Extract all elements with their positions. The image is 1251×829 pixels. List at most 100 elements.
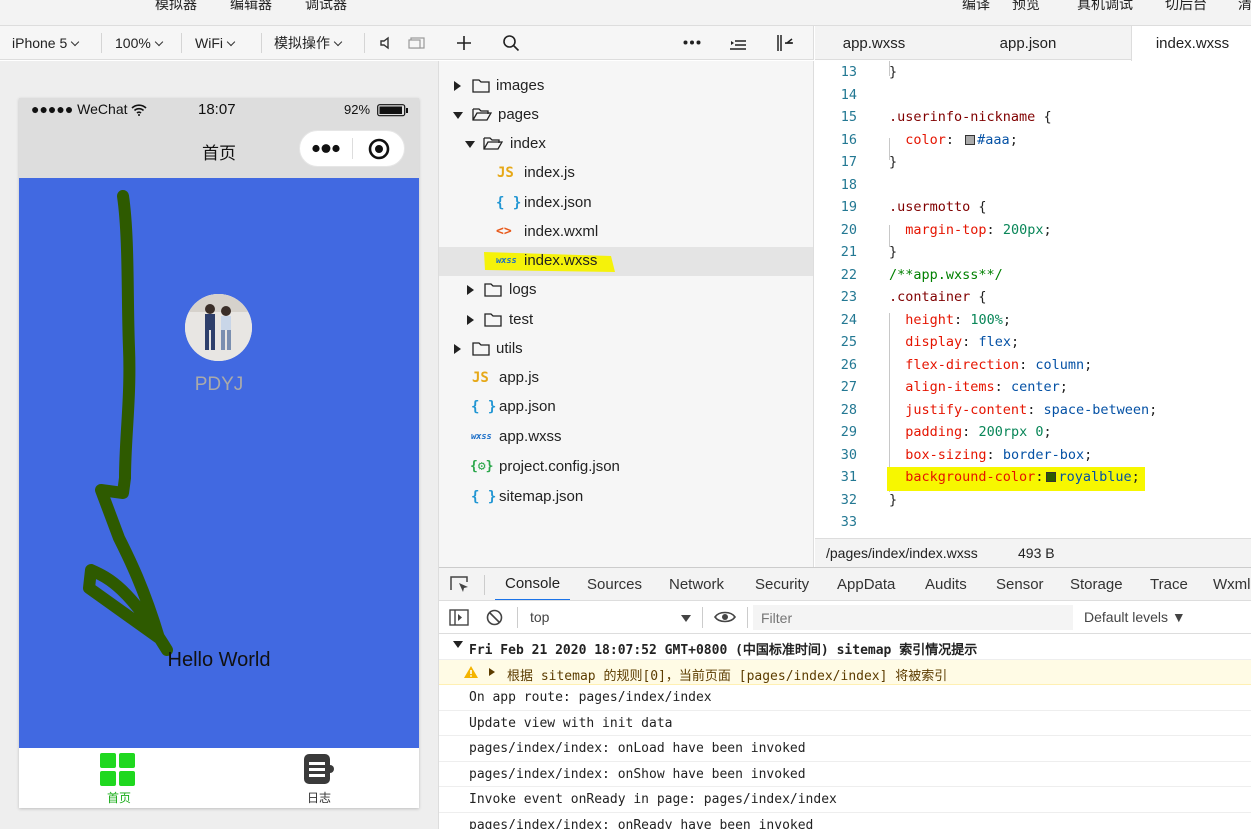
tab-sources[interactable]: Sources [587,568,642,600]
more-horizontal-icon[interactable] [683,40,701,45]
network-select[interactable]: WiFi [195,26,236,60]
tree-label: index.wxss [524,252,598,269]
folder-icon [484,283,502,297]
tree-file-project-config[interactable]: {⚙} project.config.json [439,453,813,482]
tree-folder-test[interactable]: test [439,306,813,335]
search-icon[interactable] [502,34,520,52]
plus-icon[interactable] [456,35,472,51]
tab-home[interactable]: 首页 [79,748,159,808]
tree-file-index-json[interactable]: { } index.json [439,189,813,218]
menu-remote-debug[interactable]: 真机调试 [1077,0,1133,14]
sidebar-toggle-icon[interactable] [776,34,794,52]
tab-label: Audits [925,576,967,593]
code-text: align-items: center; [905,379,1068,395]
tree-file-index-wxss[interactable]: wxss index.wxss [439,247,813,276]
zoom-select-label: 100% [115,35,151,51]
tab-sensor[interactable]: Sensor [996,568,1044,600]
tree-file-app-wxss[interactable]: wxss app.wxss [439,423,813,452]
log-text: pages/index/index: onReady have been inv… [469,817,814,829]
tree-file-app-js[interactable]: JS app.js [439,364,813,393]
tab-security[interactable]: Security [755,568,809,600]
user-motto: Hello World [167,649,271,671]
tree-folder-logs[interactable]: logs [439,276,813,305]
tab-app-json[interactable]: app.json [969,26,1087,60]
tree-folder-pages[interactable]: pages [439,101,813,130]
simulator-toolbar: iPhone 5 100% WiFi 模拟操作 [0,26,439,60]
line-number: 14 [840,86,857,103]
log-text: Invoke event onReady in page: pages/inde… [469,792,837,807]
tree-folder-index[interactable]: index [439,130,813,159]
editor-tabs: app.wxss app.json index.wxss [815,26,1251,61]
context-select[interactable]: top [521,605,701,630]
divider [261,33,262,53]
tab-label: Console [505,575,561,592]
tree-file-app-json[interactable]: { } app.json [439,393,813,422]
menu-clear[interactable]: 清 [1238,0,1251,14]
menu-editor[interactable]: 编辑器 [230,0,272,14]
more-dots-icon[interactable] [312,144,340,153]
tab-trace[interactable]: Trace [1150,568,1188,600]
tree-file-index-js[interactable]: JS index.js [439,159,813,188]
status-bar: ●●●●● WeChat 18:07 92% [19,98,419,122]
tab-label: Storage [1070,576,1123,593]
collapse-all-icon[interactable] [729,35,747,51]
clear-console-icon[interactable] [486,609,503,626]
menu-background[interactable]: 切后台 [1165,0,1207,14]
speaker-icon[interactable] [378,35,394,51]
code-line: 18 [815,177,1251,199]
folder-icon [472,79,490,93]
sidebar-panel-icon[interactable] [449,609,469,626]
wxss-file-icon: wxss [471,432,492,442]
network-select-label: WiFi [195,35,223,51]
devtools-tabs: Console Sources Network Security AppData… [439,567,1251,601]
capsule-menu [299,130,405,167]
code-line: 20 margin-top: 200px; [815,222,1251,244]
menu-debugger[interactable]: 调试器 [305,0,347,14]
avatar[interactable] [185,294,252,361]
menu-compile[interactable]: 编译 [962,0,990,14]
console-filter-input[interactable] [753,605,1073,630]
log-group-header[interactable]: Fri Feb 21 2020 18:07:52 GMT+0800 (中国标准时… [439,634,1251,660]
close-target-icon[interactable] [367,137,391,161]
log-warning[interactable]: 根据 sitemap 的规则[0]，当前页面 [pages/index/inde… [439,659,1251,685]
code-editor[interactable]: 13} 14 15 .userinfo-nickname {16 color: #aa… [815,61,1251,538]
operation-select[interactable]: 模拟操作 [274,26,343,60]
tab-appdata[interactable]: AppData [837,568,896,600]
tab-audits[interactable]: Audits [925,568,967,600]
folder-icon [472,342,490,356]
log-levels-select[interactable]: Default levels ▼ [1084,609,1186,625]
code-line: 24 height: 100%; [815,312,1251,334]
window-icon[interactable] [408,36,426,50]
file-size: 493 B [1018,545,1055,561]
eye-icon[interactable] [714,610,736,624]
tab-console[interactable]: Console [495,568,571,600]
line-number: 20 [840,221,857,238]
menu-preview[interactable]: 预览 [1012,0,1040,14]
tab-network[interactable]: Network [669,568,724,600]
tree-folder-utils[interactable]: utils [439,335,813,364]
tree-file-sitemap-json[interactable]: { } sitemap.json [439,483,813,512]
line-number: 29 [840,424,857,440]
editor-status-bar: /pages/index/index.wxss 493 B [815,538,1251,567]
operation-select-label: 模拟操作 [274,35,330,51]
zoom-select[interactable]: 100% [115,26,164,60]
device-select[interactable]: iPhone 5 [12,26,80,60]
tab-wxml[interactable]: Wxml [1213,568,1251,600]
menu-simulator[interactable]: 模拟器 [155,0,197,14]
tab-index-wxss[interactable]: index.wxss [1131,26,1251,61]
tab-label: AppData [837,576,896,593]
code-text: } [889,64,898,80]
code-text: box-sizing: border-box; [905,446,1093,463]
code-line: 27 align-items: center; [815,379,1251,401]
code-text: background-color: royalblue; [905,469,1140,485]
tab-label: Trace [1150,576,1188,593]
tree-folder-images[interactable]: images [439,72,813,101]
tab-storage[interactable]: Storage [1070,568,1123,600]
tree-label: images [496,77,545,94]
code-line: 32} [815,492,1251,514]
tab-app-wxss[interactable]: app.wxss [815,26,933,60]
inspect-element-icon[interactable] [450,576,470,594]
tree-file-index-wxml[interactable]: <> index.wxml [439,218,813,247]
tab-logs[interactable]: 日志 [279,748,359,808]
code-line: 28 justify-content: space-between; [815,402,1251,424]
